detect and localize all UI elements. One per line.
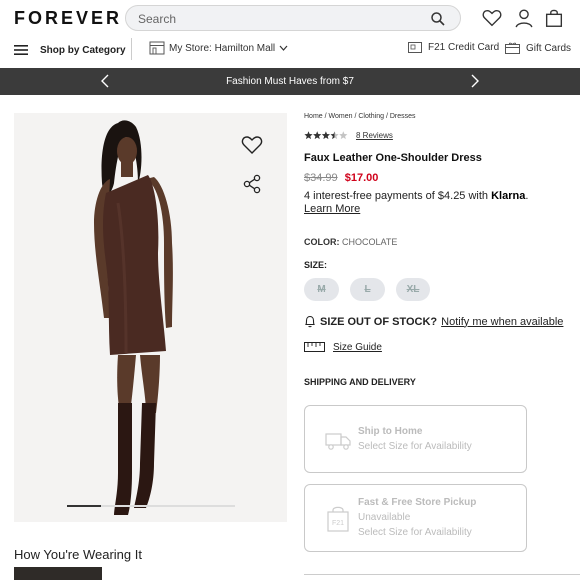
bell-icon (305, 315, 315, 328)
my-store-selector[interactable]: My Store: Hamilton Mall (149, 41, 288, 55)
menu-icon[interactable] (14, 44, 28, 56)
size-option-xl[interactable]: XL (396, 278, 430, 301)
svg-text:F21: F21 (332, 520, 344, 527)
ship-to-home-text: Ship to Home Select Size for Availabilit… (358, 424, 472, 454)
klarna-message: 4 interest-free payments of $4.25 with K… (304, 190, 544, 216)
product-title: Faux Leather One-Shoulder Dress (304, 152, 482, 164)
price: $34.99 $17.00 (304, 172, 378, 184)
size-guide-link[interactable]: Size Guide (333, 342, 382, 353)
product-rating: 8 Reviews (304, 131, 393, 140)
heart-icon[interactable] (481, 7, 503, 29)
gift-cards-label: Gift Cards (526, 42, 572, 54)
account-icon[interactable] (513, 7, 535, 29)
search-input[interactable] (138, 10, 418, 27)
star-icon (313, 131, 322, 140)
shop-by-category[interactable]: Shop by Category (14, 42, 126, 58)
sale-price: $17.00 (344, 172, 379, 184)
truck-icon (325, 433, 351, 450)
store-pickup-title: Fast & Free Store Pickup (358, 497, 477, 508)
search-icon[interactable] (430, 11, 446, 27)
ugc-photo-thumbnail[interactable] (14, 567, 102, 580)
star-icon (304, 131, 313, 140)
ship-to-home-option[interactable]: Ship to Home Select Size for Availabilit… (304, 405, 527, 473)
breadcrumb[interactable]: Home / Women / Clothing / Dresses (304, 113, 416, 120)
out-of-stock-notice: SIZE OUT OF STOCK? Notify me when availa… (304, 315, 563, 328)
store-icon (149, 41, 165, 55)
color-value: CHOCOLATE (342, 237, 398, 247)
ruler-icon (304, 342, 325, 352)
store-pickup-text: Fast & Free Store Pickup Unavailable Sel… (358, 495, 476, 540)
shop-by-category-label: Shop by Category (40, 44, 126, 56)
search-bar[interactable] (125, 5, 461, 31)
image-carousel-indicator[interactable] (67, 505, 235, 507)
store-pickup-sub: Select Size for Availability (358, 527, 472, 538)
divider (131, 38, 132, 60)
chevron-right-icon[interactable] (468, 73, 482, 89)
ship-to-home-title: Ship to Home (358, 426, 423, 437)
color-label: COLOR: (304, 237, 340, 247)
star-icon (321, 131, 330, 140)
star-icon (339, 131, 348, 140)
size-option-l[interactable]: L (350, 278, 385, 301)
learn-more-link[interactable]: Learn More (304, 203, 360, 215)
klarna-brand: Klarna (491, 190, 526, 202)
klarna-text: 4 interest-free payments of $4.25 with (304, 190, 489, 202)
promo-text[interactable]: Fashion Must Haves from $7 (0, 76, 580, 87)
gift-card-icon (505, 42, 520, 54)
size-option-m[interactable]: M (304, 278, 339, 301)
rating-stars (304, 131, 348, 140)
klarna-period: . (525, 190, 529, 202)
star-icon (330, 131, 339, 140)
size-label: SIZE: (304, 260, 328, 270)
credit-card-icon (408, 42, 422, 53)
site-header: FOREVER 21 Shop by Category My Store (0, 0, 580, 68)
reviews-link[interactable]: 8 Reviews (356, 131, 393, 140)
store-label: My Store: Hamilton Mall (169, 42, 276, 54)
gift-cards-link[interactable]: Gift Cards (505, 42, 571, 54)
notify-link[interactable]: Notify me when available (441, 316, 563, 328)
wishlist-heart-icon[interactable] (240, 133, 264, 157)
out-of-stock-question: SIZE OUT OF STOCK? (320, 315, 438, 328)
size-guide[interactable]: Size Guide (304, 341, 382, 353)
how-youre-wearing-it-heading: How You're Wearing It (14, 547, 142, 562)
shopping-bag-icon[interactable] (543, 7, 565, 29)
credit-card-label: F21 Credit Card (428, 42, 500, 53)
size-options: M L XL (304, 278, 430, 301)
ship-to-home-sub: Select Size for Availability (358, 441, 472, 452)
shipping-heading: SHIPPING AND DELIVERY (304, 377, 416, 387)
credit-card-link[interactable]: F21 Credit Card (408, 42, 499, 53)
pickup-bag-icon: F21 (327, 506, 349, 532)
share-icon[interactable] (242, 174, 262, 194)
divider (304, 574, 580, 575)
original-price: $34.99 (304, 172, 338, 184)
carousel-active-indicator (67, 505, 101, 507)
chevron-down-icon (279, 45, 288, 51)
store-pickup-option[interactable]: F21 Fast & Free Store Pickup Unavailable… (304, 484, 527, 552)
color-selector: COLOR: CHOCOLATE (304, 237, 397, 247)
promo-banner: Fashion Must Haves from $7 (0, 68, 580, 95)
store-pickup-status: Unavailable (358, 512, 411, 523)
